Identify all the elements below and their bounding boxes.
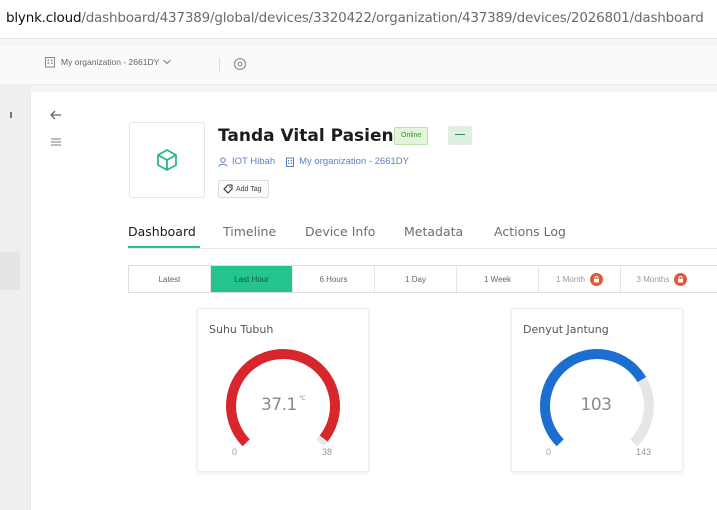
- cube-icon: [157, 149, 177, 171]
- device-icon-box: [129, 122, 205, 198]
- device-page: Tanda Vital Pasien Online — IOT Hibah My…: [30, 92, 717, 510]
- settings-icon[interactable]: [233, 57, 247, 71]
- left-sidebar-strip: [0, 84, 30, 510]
- range-label: Last Hour: [234, 274, 269, 284]
- tab-timeline[interactable]: Timeline: [223, 224, 276, 239]
- gauge-value-number: 37.1: [260, 395, 297, 415]
- tag-icon: [223, 184, 233, 194]
- gauge-min: 0: [232, 447, 238, 457]
- gauge-max: 143: [636, 447, 652, 457]
- device-tabs: Dashboard Timeline Device Info Metadata …: [128, 220, 717, 249]
- range-1-day[interactable]: 1 Day: [375, 266, 457, 292]
- tab-device-info[interactable]: Device Info: [305, 224, 375, 239]
- organization-name: My organization - 2661DY: [61, 57, 160, 67]
- gauge-widget-body-temperature[interactable]: Suhu Tubuh 37.1 °C 0 38: [197, 308, 369, 472]
- sidebar-handle[interactable]: [0, 252, 20, 290]
- range-1-month[interactable]: 1 Month: [539, 266, 621, 292]
- range-label: 1 Day: [405, 274, 426, 284]
- organization-switcher[interactable]: My organization - 2661DY: [44, 56, 172, 68]
- more-button[interactable]: —: [448, 126, 472, 145]
- user-icon: [218, 156, 228, 167]
- gauge-min: 0: [546, 447, 552, 457]
- gauge-value: 37.1 °C: [198, 395, 368, 415]
- chevron-down-icon: [163, 59, 172, 65]
- menu-icon[interactable]: [50, 136, 62, 148]
- device-owner-link[interactable]: IOT Hibah: [232, 156, 275, 167]
- gauge-value-number: 103: [580, 395, 612, 415]
- building-icon: [45, 57, 55, 68]
- range-label: 6 Hours: [319, 274, 348, 284]
- lock-icon: [674, 272, 688, 286]
- range-label: 1 Week: [484, 274, 511, 284]
- gauge-value: 103: [512, 395, 682, 415]
- range-label: Latest: [158, 274, 181, 284]
- device-title: Tanda Vital Pasien: [218, 126, 394, 146]
- tab-metadata[interactable]: Metadata: [404, 224, 463, 239]
- device-meta: IOT Hibah My organization - 2661DY: [218, 156, 409, 167]
- tab-actions-log[interactable]: Actions Log: [494, 224, 566, 239]
- gauge-unit: °C: [298, 395, 306, 402]
- divider: [219, 58, 220, 72]
- gauge-widget-heart-rate[interactable]: Denyut Jantung 103 0 143: [511, 308, 683, 472]
- tab-dashboard[interactable]: Dashboard: [128, 224, 196, 239]
- range-1-week[interactable]: 1 Week: [457, 266, 539, 292]
- range-3-months[interactable]: 3 Months: [621, 266, 703, 292]
- browser-url-bar[interactable]: blynk.cloud/dashboard/437389/global/devi…: [0, 0, 717, 39]
- lock-icon: [589, 272, 603, 286]
- range-label: 3 Months: [636, 274, 670, 284]
- add-tag-label: Add Tag: [236, 185, 262, 193]
- back-arrow-icon[interactable]: [48, 107, 64, 123]
- url-path: /dashboard/437389/global/devices/3320422…: [81, 10, 704, 26]
- range-last-hour[interactable]: Last Hour: [211, 266, 293, 292]
- gauge-chart: [226, 349, 340, 447]
- gauge-max: 38: [322, 447, 333, 457]
- range-latest[interactable]: Latest: [129, 266, 211, 292]
- gauge-chart: [539, 349, 654, 447]
- status-badge: Online: [394, 127, 429, 145]
- url-text[interactable]: blynk.cloud/dashboard/437389/global/devi…: [6, 10, 704, 26]
- active-tab-indicator: [128, 246, 200, 248]
- range-label: 1 Month: [556, 274, 585, 284]
- add-tag-button[interactable]: Add Tag: [218, 180, 269, 198]
- organization-bar: My organization - 2661DY: [0, 46, 717, 85]
- range-6-hours[interactable]: 6 Hours: [293, 266, 375, 292]
- device-organization-link[interactable]: My organization - 2661DY: [299, 156, 409, 167]
- url-host: blynk.cloud: [6, 10, 82, 26]
- building-icon: [285, 157, 295, 167]
- sidebar-marker: [10, 112, 12, 118]
- time-range-selector: Latest Last Hour 6 Hours 1 Day 1 Week 1 …: [128, 265, 717, 293]
